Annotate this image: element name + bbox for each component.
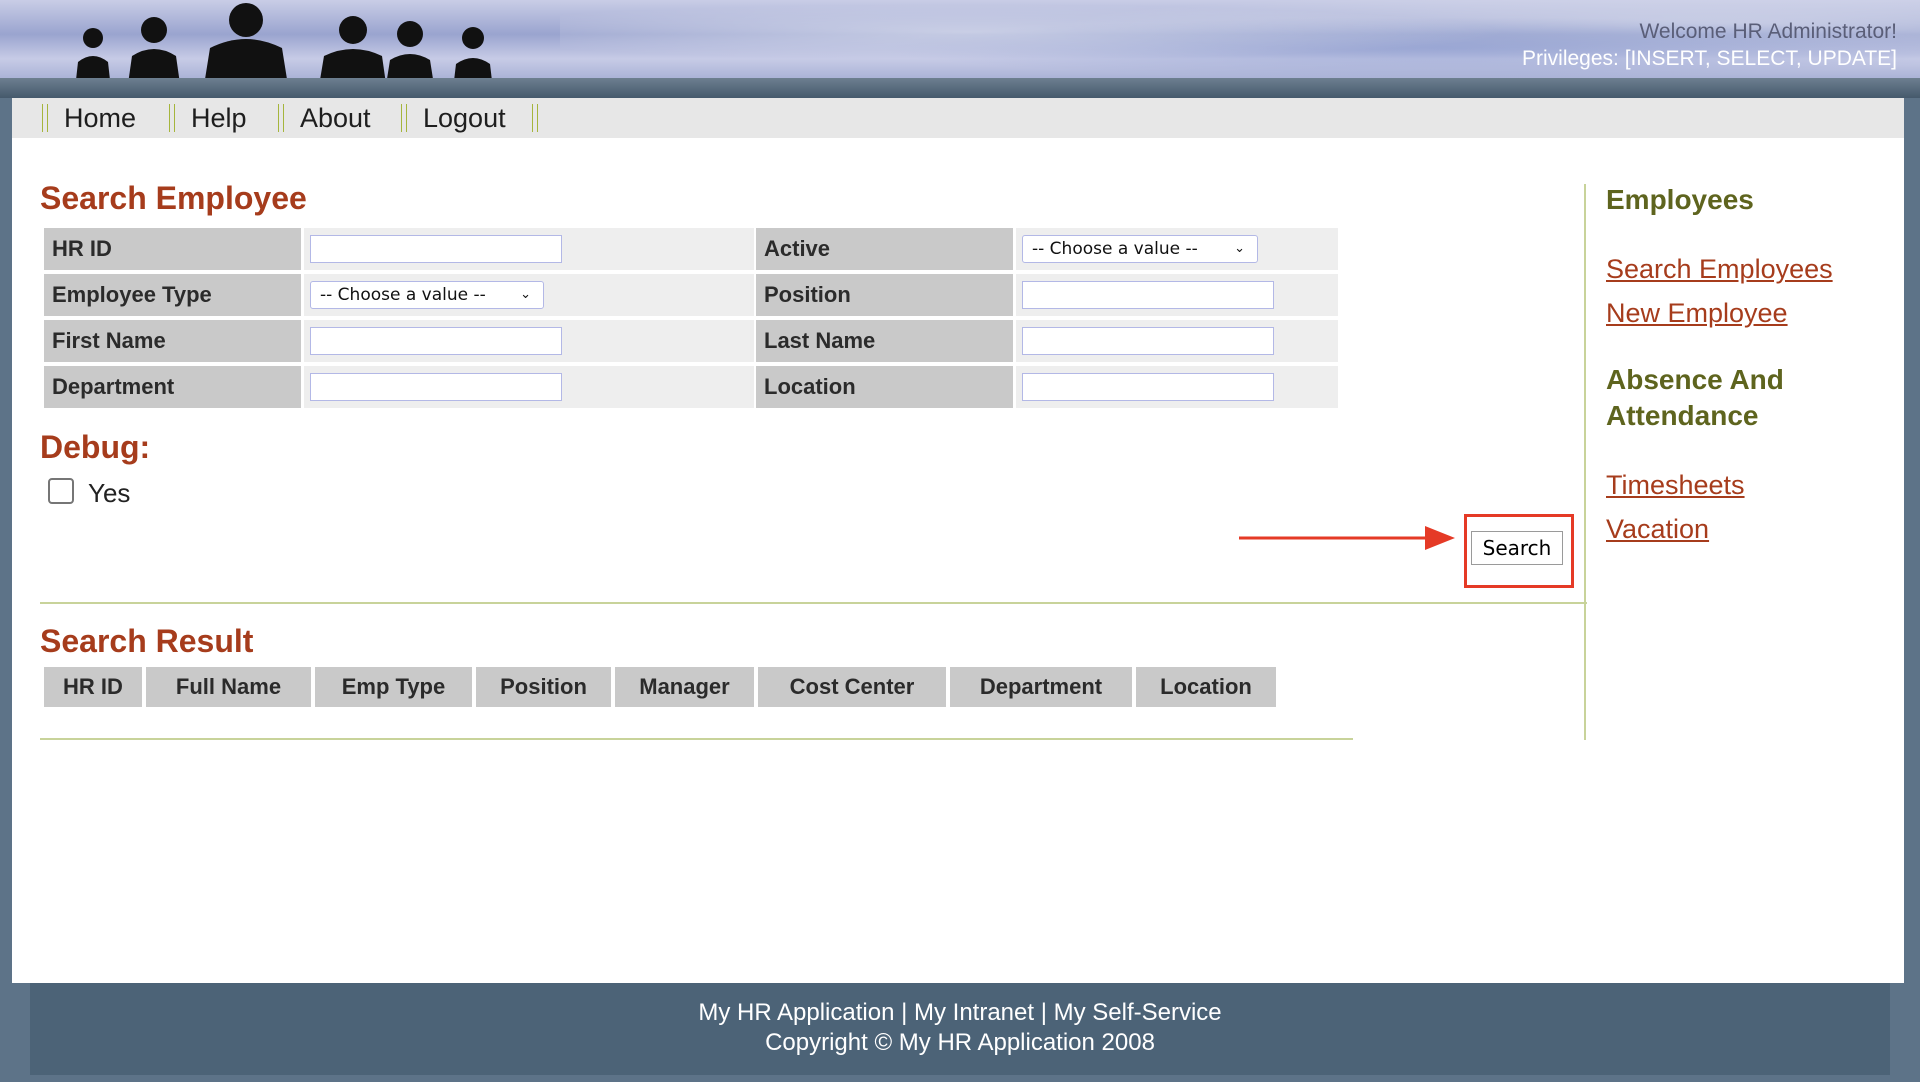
debug-title: Debug: xyxy=(40,429,151,465)
location-cell xyxy=(1016,366,1338,408)
department-input[interactable] xyxy=(310,373,562,401)
search-button[interactable]: Search xyxy=(1471,531,1563,565)
footer-links: My HR Application | My Intranet | My Sel… xyxy=(698,999,1222,1026)
main-panel: Home Help About Logout Search Employee H… xyxy=(12,98,1904,983)
header-banner: Welcome HR Administrator! Privileges: [I… xyxy=(0,0,1920,98)
form-divider xyxy=(40,602,1587,604)
position-cell xyxy=(1016,274,1338,316)
arrow-right-icon xyxy=(1239,526,1455,550)
sidebar-divider xyxy=(1584,184,1586,740)
chevron-down-icon: ⌄ xyxy=(520,287,531,302)
position-label: Position xyxy=(756,274,1013,316)
search-employee-title: Search Employee xyxy=(40,180,307,216)
banner-shade xyxy=(0,78,1920,98)
link-search-employees[interactable]: Search Employees xyxy=(1606,254,1833,285)
col-department: Department xyxy=(950,667,1132,707)
privileges-text: Privileges: [INSERT, SELECT, UPDATE] xyxy=(1522,47,1897,70)
active-select-value: -- Choose a value -- xyxy=(1032,239,1198,259)
top-nav: Home Help About Logout xyxy=(12,98,1904,138)
absence-heading-line2: Attendance xyxy=(1606,400,1759,431)
nav-divider xyxy=(532,104,538,132)
link-timesheets[interactable]: Timesheets xyxy=(1606,470,1745,501)
first-name-input[interactable] xyxy=(310,327,562,355)
search-result-title: Search Result xyxy=(40,623,254,659)
employee-type-select-value: -- Choose a value -- xyxy=(320,285,486,305)
employees-heading: Employees xyxy=(1606,184,1754,215)
department-label: Department xyxy=(44,366,301,408)
last-name-cell xyxy=(1016,320,1338,362)
nav-help[interactable]: Help xyxy=(169,98,267,138)
location-input[interactable] xyxy=(1022,373,1274,401)
debug-checkbox[interactable] xyxy=(48,478,74,504)
location-label: Location xyxy=(756,366,1013,408)
col-location: Location xyxy=(1136,667,1276,707)
nav-about[interactable]: About xyxy=(278,98,391,138)
debug-checkbox-label: Yes xyxy=(88,478,131,508)
employee-type-label: Employee Type xyxy=(44,274,301,316)
welcome-text: Welcome HR Administrator! xyxy=(1639,20,1897,43)
active-cell: -- Choose a value -- ⌄ xyxy=(1016,228,1338,270)
first-name-label: First Name xyxy=(44,320,301,362)
col-manager: Manager xyxy=(615,667,754,707)
user-info: Welcome HR Administrator! Privileges: [I… xyxy=(1522,18,1897,72)
col-full-name: Full Name xyxy=(146,667,311,707)
results-divider xyxy=(40,738,1353,740)
nav-home[interactable]: Home xyxy=(42,98,156,138)
col-cost-center: Cost Center xyxy=(758,667,946,707)
first-name-cell xyxy=(304,320,754,362)
last-name-input[interactable] xyxy=(1022,327,1274,355)
hr-id-label: HR ID xyxy=(44,228,301,270)
link-vacation[interactable]: Vacation xyxy=(1606,514,1709,545)
footer-copyright: Copyright © My HR Application 2008 xyxy=(765,1029,1155,1056)
nav-logout[interactable]: Logout xyxy=(401,98,526,138)
last-name-label: Last Name xyxy=(756,320,1013,362)
hr-id-cell xyxy=(304,228,754,270)
footer: My HR Application | My Intranet | My Sel… xyxy=(30,983,1890,1075)
absence-heading-line1: Absence And xyxy=(1606,364,1784,395)
col-position: Position xyxy=(476,667,611,707)
chevron-down-icon: ⌄ xyxy=(1234,241,1245,256)
link-new-employee[interactable]: New Employee xyxy=(1606,298,1788,329)
hr-id-input[interactable] xyxy=(310,235,562,263)
active-label: Active xyxy=(756,228,1013,270)
position-input[interactable] xyxy=(1022,281,1274,309)
department-cell xyxy=(304,366,754,408)
employee-type-cell: -- Choose a value -- ⌄ xyxy=(304,274,754,316)
col-hr-id: HR ID xyxy=(44,667,142,707)
col-emp-type: Emp Type xyxy=(315,667,472,707)
active-select[interactable]: -- Choose a value -- ⌄ xyxy=(1022,235,1258,263)
employee-type-select[interactable]: -- Choose a value -- ⌄ xyxy=(310,281,544,309)
